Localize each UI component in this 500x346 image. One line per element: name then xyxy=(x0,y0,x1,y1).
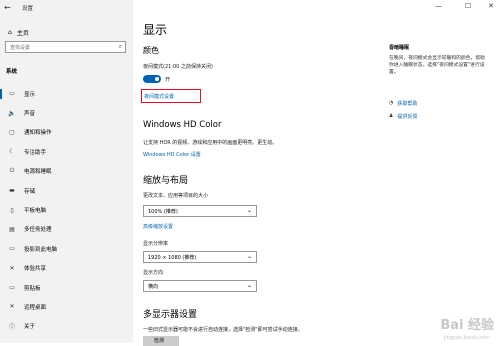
home-label: 主页 xyxy=(16,30,29,37)
search-placeholder: 查找设置 xyxy=(10,45,31,51)
sidebar-item[interactable]: ▢ 通知和操作 xyxy=(0,123,133,142)
sidebar-item-label: 显示 xyxy=(24,91,36,98)
chevron-down-icon: ⌄ xyxy=(246,207,252,214)
tablet-icon: ▯ xyxy=(10,206,14,214)
sidebar-item-label: 平板电脑 xyxy=(24,208,47,215)
resolution-value: 1920 × 1080 (推荐) xyxy=(148,255,197,261)
sidebar-item-label: 电源和睡眠 xyxy=(24,169,52,176)
hd-settings-link[interactable]: Windows HD Color 设置 xyxy=(143,151,201,158)
watermark-url: jingyan.baidu.com xyxy=(443,335,490,341)
orientation-value: 横向 xyxy=(148,284,159,290)
detect-button[interactable]: 检测 xyxy=(143,336,179,346)
chevron-down-icon: ⌄ xyxy=(246,253,252,260)
sidebar-item[interactable]: ▬ 存储 xyxy=(0,181,133,200)
baidu-watermark: Bai 经验 xyxy=(440,318,494,333)
power-icon: ⏻ xyxy=(9,167,15,175)
multi-display-description: 一些旧式显示器可能不会进行自动连接，选择"检测"即可尝试手动连接。 xyxy=(143,327,303,333)
scale-label: 更改文本、应用等项目的大小 xyxy=(143,193,209,199)
share-icon: ✕ xyxy=(9,264,15,272)
scale-value: 100% (推荐) xyxy=(148,209,178,215)
sidebar-item[interactable]: ⓘ 关于 xyxy=(0,317,133,336)
sidebar-item-home[interactable]: ⌂ 主页 xyxy=(8,28,29,37)
sidebar-section-title: 系统 xyxy=(6,69,18,75)
hd-heading: Windows HD Color xyxy=(143,120,222,130)
multi-display-heading: 多显示器设置 xyxy=(143,310,198,320)
resolution-select[interactable]: 1920 × 1080 (推荐) ⌄ xyxy=(143,251,257,263)
remote-icon: ✕ xyxy=(9,303,15,311)
night-light-toggle[interactable] xyxy=(143,75,161,83)
night-light-settings-link[interactable]: 夜间模式设置 xyxy=(144,93,174,100)
sidebar-item[interactable]: 🔈 声音 xyxy=(0,103,133,122)
color-heading: 颜色 xyxy=(143,46,159,55)
moon-icon: ☾ xyxy=(9,148,15,156)
feedback-link[interactable]: ♟ 提供反馈 xyxy=(389,113,418,120)
sidebar: ← 设置 ⌂ 主页 查找设置 ⌕ 系统 ▭ 显示 🔈 声音 ▢ 通知和操作 ☾ 专注助手 ⏻ 电源… xyxy=(0,0,133,343)
toggle-state: 开 xyxy=(165,77,171,83)
sidebar-item-label: 通知和操作 xyxy=(24,130,52,137)
sidebar-item[interactable]: ▯ 平板电脑 xyxy=(0,200,133,219)
help-label: 获取帮助 xyxy=(397,101,418,107)
sidebar-item[interactable]: ▭ 显示 xyxy=(0,84,133,103)
sidebar-item[interactable]: ▤ 多任务处理 xyxy=(0,220,133,239)
sidebar-item[interactable]: ⏻ 电源和睡眠 xyxy=(0,162,133,181)
sidebar-item-label: 体验共享 xyxy=(24,266,47,273)
sidebar-item-label: 剪贴板 xyxy=(24,285,41,292)
home-icon: ⌂ xyxy=(8,29,12,36)
sidebar-nav: ▭ 显示 🔈 声音 ▢ 通知和操作 ☾ 专注助手 ⏻ 电源和睡眠 ▬ 存储 ▯ 平板电脑 ▤ 多任务处理 ▭ 投影… xyxy=(0,84,133,336)
sleep-text: 在晚间，夜间模式会显示较暖和的颜色，帮助你进入睡眠状态。选择"夜间模式设置"进行… xyxy=(389,56,485,75)
project-icon: ▭ xyxy=(9,245,15,253)
multitask-icon: ▤ xyxy=(9,225,15,233)
sidebar-item-label: 投影到此电脑 xyxy=(24,246,58,253)
night-light-label: 夜间模式(21:00 之前保持关闭) xyxy=(143,64,213,70)
sleep-heading: 昏暗睡眠 xyxy=(389,45,410,51)
scale-select[interactable]: 100% (推荐) ⌄ xyxy=(143,205,257,217)
sidebar-item[interactable]: ✕ 远程桌面 xyxy=(0,297,133,316)
search-icon[interactable]: ⌕ xyxy=(119,43,122,51)
sidebar-item-label: 存储 xyxy=(24,188,36,195)
help-icon: ◔ xyxy=(389,100,394,106)
sidebar-item[interactable]: ✕ 体验共享 xyxy=(0,259,133,278)
resolution-label: 显示分辨率 xyxy=(143,241,169,247)
sidebar-item-label: 关于 xyxy=(24,324,36,331)
monitor-icon: ▭ xyxy=(9,90,15,98)
sidebar-item-label: 远程桌面 xyxy=(24,304,47,311)
sidebar-item-label: 声音 xyxy=(24,111,36,118)
sidebar-item[interactable]: ☾ 专注助手 xyxy=(0,142,133,161)
orientation-select[interactable]: 横向 ⌄ xyxy=(143,280,257,292)
advanced-scale-link[interactable]: 高级缩放设置 xyxy=(143,223,173,230)
page-title: 显示 xyxy=(143,23,168,37)
search-input[interactable]: 查找设置 ⌕ xyxy=(5,41,126,53)
speaker-icon: 🔈 xyxy=(8,109,16,117)
hd-description: 让支持 HDR 的视频、游戏和应用中的画面更明亮、更生动。 xyxy=(143,140,278,146)
sidebar-item[interactable]: ▭ 投影到此电脑 xyxy=(0,239,133,258)
feedback-icon: ♟ xyxy=(389,113,394,119)
sidebar-item-label: 多任务处理 xyxy=(24,227,52,234)
clipboard-icon: ▭ xyxy=(9,284,15,292)
sidebar-item-label: 专注助手 xyxy=(24,149,47,156)
notification-icon: ▢ xyxy=(9,128,15,136)
main-panel: 显示 颜色 夜间模式(21:00 之前保持关闭) 开 夜间模式设置 Window… xyxy=(133,0,500,346)
sidebar-item[interactable]: ▭ 剪贴板 xyxy=(0,278,133,297)
help-link[interactable]: ◔ 获取帮助 xyxy=(389,100,417,107)
info-icon: ⓘ xyxy=(8,323,15,331)
feedback-label: 提供反馈 xyxy=(397,114,418,120)
storage-icon: ▬ xyxy=(9,187,15,195)
scale-heading: 缩放与布局 xyxy=(143,176,189,186)
chevron-down-icon: ⌄ xyxy=(246,282,252,289)
orientation-label: 显示方向 xyxy=(143,270,164,276)
